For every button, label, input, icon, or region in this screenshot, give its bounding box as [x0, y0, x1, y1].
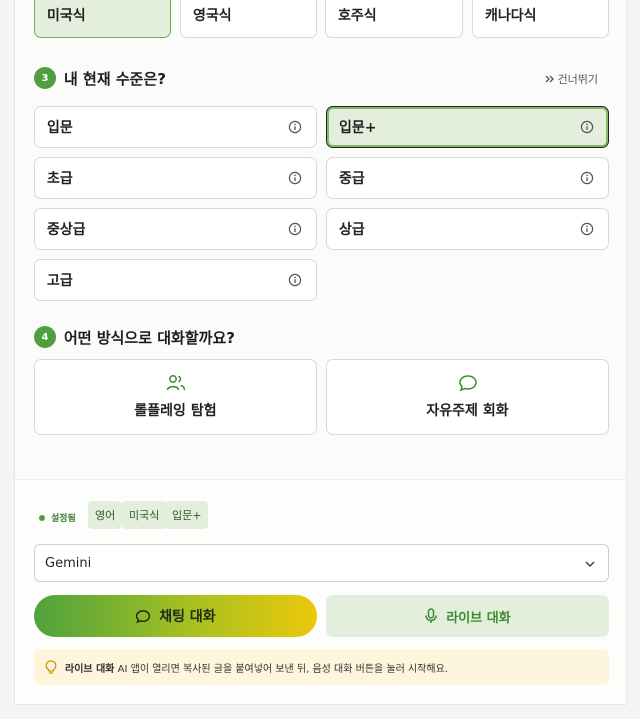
level-option-expert[interactable]: 고급: [34, 259, 317, 301]
level-option-label: 중급: [339, 171, 365, 187]
status-dot: [39, 514, 45, 521]
accent-option-american[interactable]: 미국식: [34, 0, 171, 38]
notice-bold: 라이브 대화: [65, 663, 115, 675]
double-chevron-right-icon: [545, 75, 554, 83]
info-icon[interactable]: [580, 222, 594, 236]
skip-button[interactable]: 건너뛰기: [545, 71, 598, 87]
mode-section-title: 4 어떤 방식으로 대화할까요?: [34, 326, 235, 348]
notice-body: AI 앱이 열리면 복사된 글을 붙여넣어 보낸 뒤, 음성 대화 버튼을 눌러…: [114, 663, 448, 675]
users-icon: [166, 375, 185, 391]
mode-option-label: 롤플레잉 탐험: [134, 403, 217, 419]
accent-option-australian[interactable]: 호주식: [325, 0, 463, 38]
summary-chip-accent: 미국식: [122, 501, 167, 529]
level-option-beginner[interactable]: 입문: [34, 106, 317, 148]
step-badge: 3: [34, 67, 56, 89]
skip-label: 건너뛰기: [557, 73, 598, 86]
accent-option-label: 호주식: [338, 8, 377, 24]
level-option-elementary[interactable]: 초급: [34, 157, 317, 199]
info-icon[interactable]: [288, 171, 302, 185]
mode-option-roleplay[interactable]: 롤플레잉 탐험: [34, 359, 317, 435]
live-conversation-button[interactable]: 라이브 대화: [326, 595, 609, 637]
level-option-label: 상급: [339, 222, 365, 238]
accent-option-british[interactable]: 영국식: [180, 0, 317, 38]
chevron-down-icon: [585, 561, 595, 568]
step-badge: 4: [34, 326, 56, 348]
mode-option-label: 자유주제 회화: [426, 403, 509, 419]
level-option-label: 초급: [47, 171, 73, 187]
live-button-label: 라이브 대화: [446, 610, 511, 626]
info-icon[interactable]: [288, 273, 302, 287]
model-select-value: Gemini: [45, 555, 92, 571]
status-badge: 설정됨: [39, 511, 76, 524]
info-icon[interactable]: [580, 171, 594, 185]
settings-card: 미국식 영국식 호주식 캐나다식 3 내 현재 수준은? 건너뛰기 입문 입문+…: [14, 0, 627, 705]
summary-chip-level: 입문+: [165, 501, 209, 529]
notice-text: 라이브 대화 AI 앱이 열리면 복사된 글을 붙여넣어 보낸 뒤, 음성 대화…: [65, 660, 448, 675]
level-option-label: 고급: [47, 273, 73, 289]
level-option-label: 중상급: [47, 222, 86, 238]
level-option-label: 입문+: [339, 120, 377, 136]
accent-option-canadian[interactable]: 캐나다식: [472, 0, 609, 38]
status-label: 설정됨: [51, 514, 76, 524]
mode-title: 어떤 방식으로 대화할까요?: [64, 328, 235, 347]
level-section-title: 3 내 현재 수준은?: [34, 67, 166, 89]
info-icon[interactable]: [580, 120, 594, 134]
info-icon[interactable]: [288, 120, 302, 134]
chat-conversation-button[interactable]: 채팅 대화: [34, 595, 317, 637]
info-icon[interactable]: [288, 222, 302, 236]
microphone-icon: [425, 608, 438, 623]
lightbulb-icon: [45, 659, 57, 674]
level-option-upper-intermediate[interactable]: 중상급: [34, 208, 317, 250]
level-option-advanced[interactable]: 상급: [326, 208, 609, 250]
model-select[interactable]: Gemini: [34, 544, 609, 582]
level-option-label: 입문: [47, 120, 73, 136]
info-notice: 라이브 대화 AI 앱이 열리면 복사된 글을 붙여넣어 보낸 뒤, 음성 대화…: [34, 649, 609, 685]
chat-bubble-icon: [136, 609, 151, 623]
chat-bubble-icon: [458, 375, 477, 392]
summary-chip-language: 영어: [88, 501, 123, 529]
chat-button-label: 채팅 대화: [159, 609, 216, 625]
accent-option-label: 캐나다식: [485, 8, 537, 24]
level-option-beginner-plus[interactable]: 입문+: [326, 106, 609, 148]
level-title: 내 현재 수준은?: [64, 69, 166, 88]
accent-option-label: 미국식: [47, 8, 86, 24]
mode-option-free-talk[interactable]: 자유주제 회화: [326, 359, 609, 435]
accent-option-label: 영국식: [193, 8, 232, 24]
level-option-intermediate[interactable]: 중급: [326, 157, 609, 199]
